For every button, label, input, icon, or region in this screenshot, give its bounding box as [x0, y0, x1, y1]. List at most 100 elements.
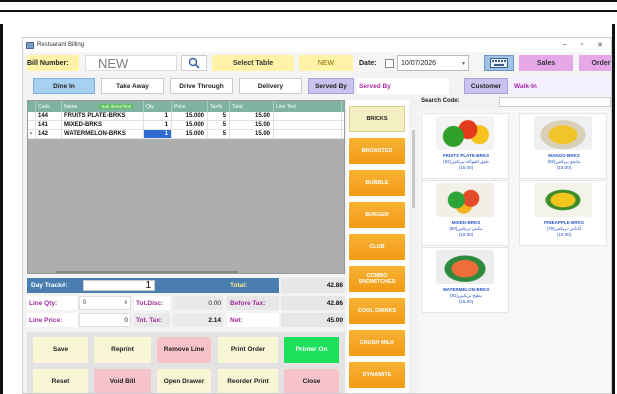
cell-name[interactable]: FRUITS PLATE-BRKS [62, 112, 144, 120]
dine-in-button[interactable]: Dine In [33, 78, 95, 94]
cell-qty-selected[interactable]: 1 [144, 130, 172, 138]
cell-total[interactable]: 15.00 [230, 121, 274, 129]
date-picker[interactable]: 10/07/2026 ▾ [397, 55, 469, 71]
save-button[interactable]: Save [33, 337, 88, 363]
line-qty-stepper[interactable]: 0 ⬍ [79, 296, 131, 310]
date-checkbox[interactable] [385, 59, 394, 68]
item-card-pineapple[interactable]: PINEAPPLE-BRKS (79)أناناس-بريكس (15.00) [519, 180, 607, 246]
take-away-button[interactable]: Take Away [101, 78, 164, 94]
category-club[interactable]: CLUB [349, 234, 405, 260]
outer-frame-right [612, 24, 615, 394]
item-card-mixed[interactable]: MIXED-BRKS (80)مكس-بريكس (15.00) [421, 180, 509, 246]
category-bricks[interactable]: BRICKS [349, 106, 405, 132]
category-burger[interactable]: BURGER [349, 202, 405, 228]
row-selector[interactable] [28, 112, 36, 120]
line-price-field[interactable]: 0 [79, 313, 131, 327]
bill-number-field[interactable]: NEW [85, 55, 177, 71]
delivery-button[interactable]: Delivery [239, 78, 302, 94]
day-track-field[interactable]: 1 [83, 280, 155, 291]
category-crush-milk[interactable]: CRUSH MILK [349, 330, 405, 356]
order-button[interactable]: Order [579, 55, 611, 71]
table-row[interactable]: 141 MIXED-BRKS 1 15.000 5 15.00 [28, 121, 344, 130]
cell-price[interactable]: 15.000 [172, 130, 208, 138]
category-dynamite[interactable]: DYNAMITE [349, 362, 405, 388]
cell-total[interactable]: 15.00 [230, 112, 274, 120]
reset-button[interactable]: Reset [33, 369, 88, 393]
keyboard-button[interactable] [484, 55, 514, 71]
column-header-name-label: Name [64, 103, 78, 110]
category-cool-drinks[interactable]: COOL DRINKS [349, 298, 405, 324]
customer-field[interactable]: Walk-In [511, 78, 611, 94]
column-header-code[interactable]: Code [36, 101, 62, 112]
item-price: (15.00) [556, 165, 572, 170]
sub-items-button[interactable]: Sub Items/Text [99, 104, 134, 109]
cell-price[interactable]: 15.000 [172, 121, 208, 129]
cell-code[interactable]: 142 [36, 130, 62, 138]
spinner-arrows-icon[interactable]: ⬍ [124, 300, 128, 306]
category-scrollbar-thumb[interactable] [412, 130, 415, 208]
item-card-watermelon[interactable]: WATERMELON-BRKS (81)بطيخ-بريكس (15.00) [421, 247, 509, 313]
app-icon [26, 41, 34, 49]
column-header-line-text[interactable]: Line Text [274, 101, 342, 112]
served-by-field[interactable]: Served By [357, 78, 449, 94]
print-order-button[interactable]: Print Order [218, 337, 278, 363]
cell-total[interactable]: 15.00 [230, 130, 274, 138]
sales-button[interactable]: Sales [519, 55, 573, 71]
cell-tax[interactable]: 5 [208, 112, 230, 120]
cell-code[interactable]: 144 [36, 112, 62, 120]
category-combo-sandwiches[interactable]: COMBO SNDWITCHES [349, 266, 405, 292]
cell-tax[interactable]: 5 [208, 121, 230, 129]
select-table-button[interactable]: Select Table [212, 55, 294, 71]
bill-search-button[interactable] [181, 55, 207, 71]
printer-on-button[interactable]: Printer On [284, 337, 339, 363]
cell-price[interactable]: 15.000 [172, 112, 208, 120]
close-icon[interactable]: ✕ [597, 41, 603, 49]
cell-name[interactable]: MIXED-BRKS [62, 121, 144, 129]
order-grid[interactable]: Code Name Sub Items/Text Qty Price Tax% … [27, 100, 345, 274]
served-by-button[interactable]: Served By [308, 78, 354, 94]
column-header-qty[interactable]: Qty [144, 101, 172, 112]
item-name: PINEAPPLE-BRKS [544, 220, 584, 225]
cell-qty[interactable]: 1 [144, 112, 172, 120]
cell-line-text[interactable] [274, 121, 342, 129]
reprint-button[interactable]: Reprint [94, 337, 151, 363]
cell-line-text[interactable] [274, 130, 342, 138]
minimize-icon[interactable]: – [563, 41, 567, 49]
total-discount-field[interactable]: 0.00 [173, 296, 223, 310]
reorder-print-button[interactable]: Reorder Print [218, 369, 278, 393]
keyboard-icon [490, 58, 508, 68]
customer-button[interactable]: Customer [464, 78, 508, 94]
cell-name[interactable]: WATERMELON-BRKS [62, 130, 144, 138]
table-row[interactable]: 144 FRUITS PLATE-BRKS 1 15.000 5 15.00 [28, 112, 344, 121]
total-tax-value: 2.14 [173, 313, 223, 327]
remove-line-button[interactable]: Remove Line [157, 337, 211, 363]
before-tax-label: Before Tax: [227, 296, 279, 310]
column-header-total[interactable]: Total [230, 101, 274, 112]
row-selector-current[interactable]: • [28, 130, 36, 138]
table-row[interactable]: • 142 WATERMELON-BRKS 1 15.000 5 15.00 [28, 130, 344, 139]
cell-line-text[interactable] [274, 112, 342, 120]
category-broasted[interactable]: BROASTED [349, 138, 405, 164]
outer-frame-left [0, 24, 3, 394]
category-bubble[interactable]: BUBBLE [349, 170, 405, 196]
column-header-price[interactable]: Price [172, 101, 208, 112]
item-card-fruits-plate[interactable]: FRUITS PLATE-BRKS (82)طبق الفواكه-بريكس … [421, 113, 509, 179]
cell-code[interactable]: 141 [36, 121, 62, 129]
calendar-dropdown-icon: ▾ [461, 60, 465, 67]
maximize-icon[interactable]: ▫ [581, 41, 583, 49]
grid-horizontal-scrollbar[interactable] [56, 271, 238, 273]
cell-tax[interactable]: 5 [208, 130, 230, 138]
void-bill-button[interactable]: Void Bill [94, 369, 151, 393]
column-header-name[interactable]: Name Sub Items/Text [62, 101, 144, 112]
row-selector[interactable] [28, 121, 36, 129]
before-tax-value: 42.86 [281, 296, 345, 310]
summary-panel: Day Track#: 1 Total: 42.86 Line Qty: 0 ⬍… [27, 278, 345, 329]
search-code-input[interactable] [499, 97, 611, 107]
column-header-tax[interactable]: Tax% [208, 101, 230, 112]
drive-through-button[interactable]: Drive Through [170, 78, 233, 94]
open-drawer-button[interactable]: Open Drawer [157, 369, 211, 393]
cell-qty[interactable]: 1 [144, 121, 172, 129]
item-card-mango[interactable]: MANGO-BRKS (82)مانجو-بريكس (15.00) [519, 113, 607, 179]
close-button[interactable]: Close [284, 369, 339, 393]
net-value: 45.00 [281, 313, 345, 327]
